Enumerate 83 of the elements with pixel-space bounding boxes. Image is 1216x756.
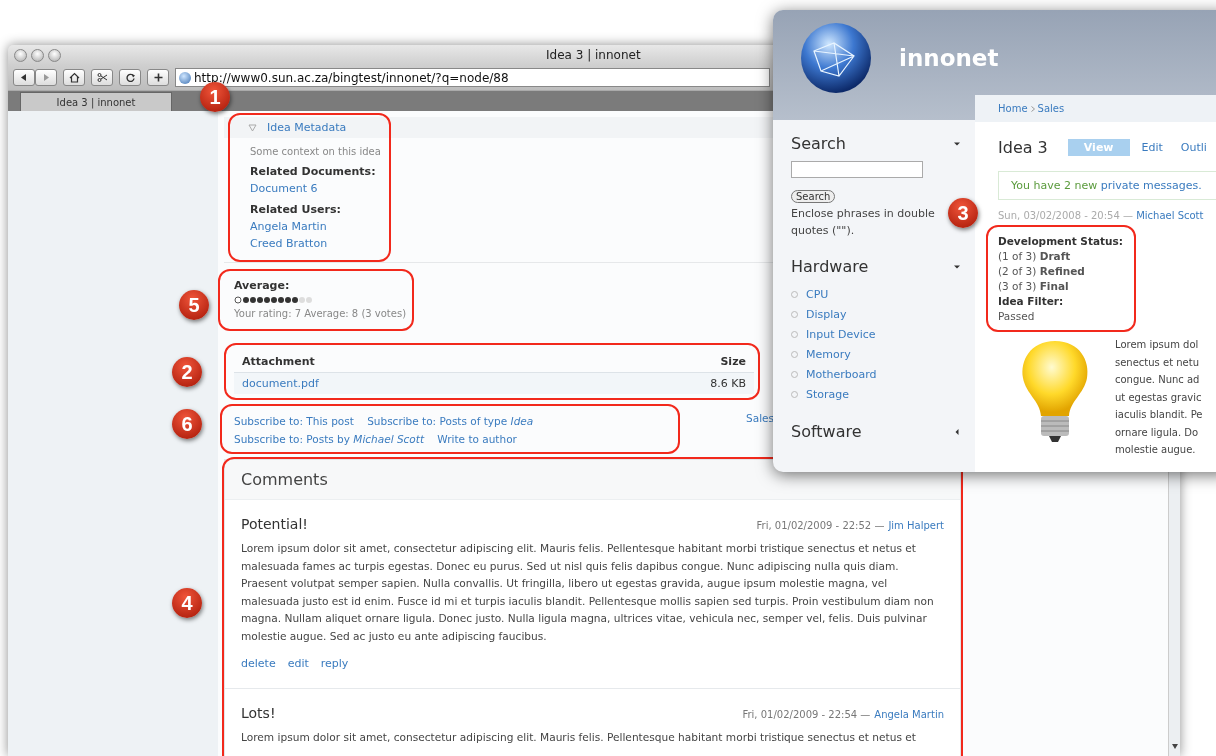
window-control-icon[interactable] xyxy=(14,48,27,62)
author-link[interactable]: Michael Scott xyxy=(1136,210,1204,221)
field-value: (3 of 3) Final xyxy=(998,280,1069,292)
scissors-icon xyxy=(97,73,107,82)
subscribe-link[interactable]: Subscribe to: Posts of type Idea xyxy=(367,415,534,427)
back-button[interactable] xyxy=(13,69,35,86)
globe-logo-icon xyxy=(799,21,873,95)
comment-action-link[interactable]: reply xyxy=(320,657,349,670)
metadata-toggle-link[interactable]: Idea Metadata xyxy=(267,121,347,134)
breadcrumb-link[interactable]: Home xyxy=(998,103,1028,114)
table-cell: 8.6 KB xyxy=(567,372,754,394)
comment-title: Potential! xyxy=(241,516,308,532)
context-text: Some context on this idea xyxy=(250,146,381,157)
menu-link[interactable]: Input Device xyxy=(806,327,876,341)
window-control-icon[interactable] xyxy=(48,48,61,62)
page-title: Idea 3 xyxy=(998,138,1048,157)
menu-link[interactable]: CPU xyxy=(806,287,829,301)
block-title: Software xyxy=(791,422,862,441)
globe-icon xyxy=(179,71,191,84)
comment-body: Lorem ipsum dolor sit amet, consectetur adipiscing elit. Mauris felis. Pellentesque habitant morbi tristique senectus et netus et xyxy=(241,730,917,745)
search-field[interactable] xyxy=(791,161,923,178)
browser-tab[interactable]: Idea 3 | innonet xyxy=(20,92,172,111)
field-label: Related Documents: xyxy=(250,165,376,178)
search-hint: Enclose phrases in double quotes (""). xyxy=(791,206,936,239)
add-bookmark-button[interactable] xyxy=(147,69,169,86)
subscribe-link[interactable]: Write to author xyxy=(437,433,517,445)
reload-button[interactable] xyxy=(119,69,141,86)
field-label: Development Status: xyxy=(998,235,1123,247)
scissors-button[interactable] xyxy=(91,69,113,86)
related-link[interactable]: Creed Bratton xyxy=(250,237,328,250)
subscribe-link[interactable]: Subscribe to: Posts by Michael Scott xyxy=(234,433,424,445)
forward-arrow-icon xyxy=(43,74,49,81)
rating-dots[interactable] xyxy=(243,297,312,303)
home-icon xyxy=(68,72,80,83)
comment-date: Fri, 01/02/2009 - 22:52 — xyxy=(756,520,885,531)
home-button[interactable] xyxy=(63,69,85,86)
author-link[interactable]: Jim Halpert xyxy=(888,520,944,531)
rating-summary: Your rating: 7 Average: 8 (3 votes) xyxy=(234,308,407,319)
site-name: innonet xyxy=(899,45,999,71)
window-control-icon[interactable] xyxy=(31,48,44,62)
comment-title: Lots! xyxy=(241,705,276,721)
comment-action-link[interactable]: edit xyxy=(287,657,309,670)
rating-label: Average: xyxy=(234,279,290,292)
section-heading: Comments xyxy=(241,470,328,489)
tag-link[interactable]: Sales xyxy=(746,412,774,424)
file-link[interactable]: document.pdf xyxy=(242,377,319,390)
block-title: Search xyxy=(791,134,846,153)
reload-icon xyxy=(125,73,135,83)
cancel-rating-icon[interactable] xyxy=(234,296,242,304)
menu-link[interactable]: Memory xyxy=(806,347,851,361)
expand-arrow-icon[interactable] xyxy=(953,427,961,436)
related-link[interactable]: Document 6 xyxy=(250,182,318,195)
menu-link[interactable]: Motherboard xyxy=(806,367,877,381)
plus-icon xyxy=(153,72,163,83)
window-title: Idea 3 | innonet xyxy=(546,48,641,62)
breadcrumb-link[interactable]: Sales xyxy=(1037,103,1065,114)
back-arrow-icon xyxy=(20,74,26,81)
field-label: Related Users: xyxy=(250,203,341,216)
chevron-icon xyxy=(1030,105,1035,112)
subscribe-link[interactable]: Subscribe to: This post xyxy=(234,415,354,427)
column-header: Attachment xyxy=(234,351,568,373)
author-link[interactable]: Angela Martin xyxy=(874,709,944,720)
search-button[interactable]: Search xyxy=(791,190,836,203)
field-value: (2 of 3) Refined xyxy=(998,265,1085,277)
scroll-down-icon[interactable] xyxy=(1170,743,1179,750)
page-tab[interactable]: Edit xyxy=(1135,139,1169,156)
field-label: Idea Filter: xyxy=(998,295,1064,307)
post-date: Sun, 03/02/2008 - 20:54 — xyxy=(998,210,1133,221)
column-header: Size xyxy=(567,351,754,373)
page-tab[interactable]: Outli xyxy=(1174,139,1213,156)
field-value: Passed xyxy=(998,310,1035,322)
address-field[interactable]: http://www0.sun.ac.za/bingtest/innonet/?q=node/88 xyxy=(175,68,770,87)
messages-link[interactable]: private messages. xyxy=(1100,179,1202,192)
comment-action-link[interactable]: delete xyxy=(241,657,276,670)
comment-body: Lorem ipsum dolor sit amet, consectetur adipiscing elit. Mauris felis. Pellentesque habitant morbi tristique senectus et netus et malesuada fames ac turpis egestas. Donec eu purus. Sed ut nisl quis felis dapibus congue. Nunc adipiscing nulla quis diam. Praesent volutpat semper sapien. Nulla convallis. Ut fringilla, libero ut egestas gravida, augue ipsum molestie magna, vel malesuada justo est id enim. Fusce id mi et turpis iaculis blandit. Pellentesque mollis sapien sed turpis. Proin vestibulum diam non magna. Nullam aliquet ornare ligula. Donec justo. Nulla ligula magna, ultrices vitae, vehicula nec, semper vel, felis. Duis pulvinar molestie augue. Sed ac justo eu ante adipiscing faucibus. xyxy=(241,541,935,644)
post-body: Lorem ipsum dol senectus et netu congue. Nunc ad ut egestas gravic iaculis blandit. Pe ornare ligula. Do molestie augue. xyxy=(1115,338,1203,457)
comment-date: Fri, 01/02/2009 - 22:54 — xyxy=(742,709,871,720)
menu-link[interactable]: Display xyxy=(806,307,847,321)
field-value: (1 of 3) Draft xyxy=(998,250,1071,262)
related-link[interactable]: Angela Martin xyxy=(250,220,327,233)
message-text: You have 2 new xyxy=(1011,179,1098,192)
block-title: Hardware xyxy=(791,257,869,276)
menu-link[interactable]: Storage xyxy=(806,387,850,401)
